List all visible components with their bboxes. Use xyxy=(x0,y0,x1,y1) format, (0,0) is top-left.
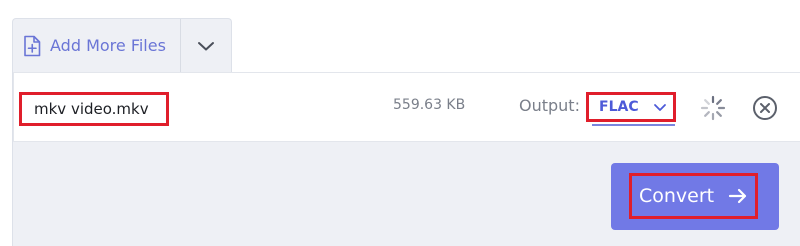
convert-button[interactable]: Convert xyxy=(611,163,779,230)
format-select-underline xyxy=(592,124,675,126)
convert-button-content: Convert xyxy=(629,173,758,219)
convert-label: Convert xyxy=(639,185,715,207)
output-format-select[interactable]: FLAC xyxy=(586,92,676,122)
loading-spinner-icon xyxy=(700,95,726,121)
arrow-right-icon xyxy=(728,187,748,205)
add-more-files-button[interactable]: Add More Files xyxy=(13,19,180,72)
output-format-value: FLAC xyxy=(599,99,639,115)
file-list-panel: mkv video.mkv 559.63 KB Output: FLAC Con… xyxy=(12,72,800,246)
add-more-files-label: Add More Files xyxy=(50,36,166,55)
file-name: mkv video.mkv xyxy=(19,92,169,126)
close-circle-icon xyxy=(753,96,777,120)
file-row: mkv video.mkv 559.63 KB Output: FLAC xyxy=(13,72,800,142)
output-label: Output: xyxy=(519,96,580,115)
file-plus-icon xyxy=(23,35,41,57)
file-size: 559.63 KB xyxy=(393,97,466,113)
add-files-dropdown-button[interactable] xyxy=(181,19,231,72)
file-converter: Add More Files mkv video.mkv 559.63 KB O… xyxy=(0,0,800,246)
remove-file-button[interactable] xyxy=(752,95,778,121)
add-files-toolbar: Add More Files xyxy=(12,18,232,72)
chevron-down-icon xyxy=(653,103,667,112)
chevron-down-icon xyxy=(197,40,215,52)
